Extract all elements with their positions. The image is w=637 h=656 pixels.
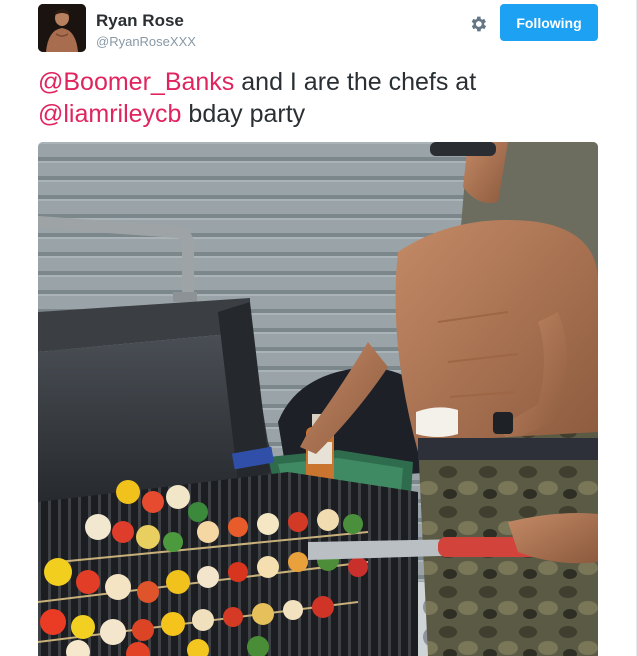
gear-icon[interactable] (466, 12, 490, 36)
mention-link[interactable]: @Boomer_Banks (38, 68, 234, 96)
tweet-text-segment: and I are the chefs at (234, 68, 477, 96)
tweet-text-segment: bday party (181, 100, 306, 128)
photo-illustration (38, 142, 598, 656)
tweet-header: Ryan Rose @RyanRoseXXX Following (38, 4, 598, 54)
mention-link[interactable]: @liamrileycb (38, 100, 181, 128)
avatar[interactable] (38, 4, 86, 52)
display-name[interactable]: Ryan Rose (96, 11, 196, 31)
tweet-text: @Boomer_Banks and I are the chefs at @lia… (38, 66, 598, 130)
user-handle[interactable]: @RyanRoseXXX (96, 33, 196, 51)
following-button[interactable]: Following (500, 4, 598, 41)
avatar-image (38, 4, 86, 52)
tweet-photo[interactable] (38, 142, 598, 656)
user-names: Ryan Rose @RyanRoseXXX (96, 11, 196, 51)
